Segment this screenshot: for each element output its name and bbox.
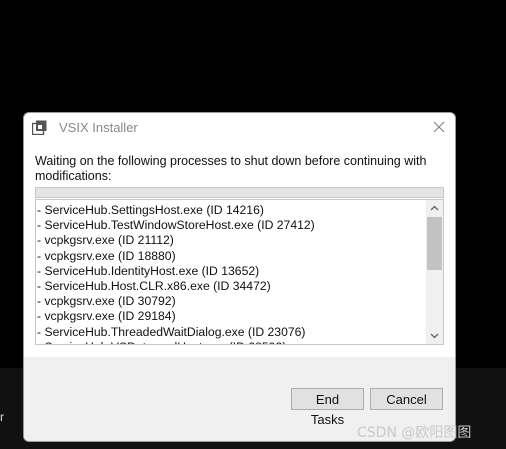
process-item[interactable]: - ServiceHub.Host.CLR.x86.exe (ID 34472) [37, 279, 429, 294]
process-item[interactable]: - ServiceHub.IdentityHost.exe (ID 13652) [37, 264, 429, 279]
progress-bar [35, 187, 444, 198]
vsix-installer-dialog: VSIX Installer Waiting on the following … [23, 112, 456, 442]
title-bar[interactable]: VSIX Installer [24, 113, 455, 143]
wait-message: Waiting on the following processes to sh… [35, 154, 427, 183]
close-icon[interactable] [429, 117, 449, 137]
scroll-down-icon[interactable] [426, 328, 443, 343]
process-item[interactable]: - vcpkgsrv.exe (ID 21112) [37, 233, 429, 248]
process-item[interactable]: - ServiceHub.TestWindowStoreHost.exe (ID… [37, 218, 429, 233]
end-tasks-button[interactable]: End Tasks [291, 388, 364, 427]
process-item[interactable]: - vcpkgsrv.exe (ID 30792) [37, 294, 429, 309]
process-item[interactable]: - ServiceHub.SettingsHost.exe (ID 14216) [37, 203, 429, 218]
process-list[interactable]: - ServiceHub.SettingsHost.exe (ID 14216)… [35, 199, 444, 345]
process-item[interactable]: - ServiceHub.VSDetouredHost.exe (ID 2859… [37, 340, 429, 344]
scroll-thumb[interactable] [427, 217, 442, 270]
process-item[interactable]: - vcpkgsrv.exe (ID 29184) [37, 309, 429, 324]
process-list-items: - ServiceHub.SettingsHost.exe (ID 14216)… [36, 203, 429, 344]
cancel-button[interactable]: Cancel [370, 388, 443, 410]
background-text: r [0, 410, 4, 424]
watermark: CSDN @欧阳图图 [357, 425, 472, 441]
scroll-up-icon[interactable] [426, 201, 443, 216]
process-item[interactable]: - vcpkgsrv.exe (ID 18880) [37, 249, 429, 264]
process-item[interactable]: - ServiceHub.ThreadedWaitDialog.exe (ID … [37, 325, 429, 340]
dialog-title: VSIX Installer [59, 120, 138, 135]
vsix-installer-icon [31, 120, 47, 136]
vertical-scrollbar[interactable] [426, 200, 443, 344]
